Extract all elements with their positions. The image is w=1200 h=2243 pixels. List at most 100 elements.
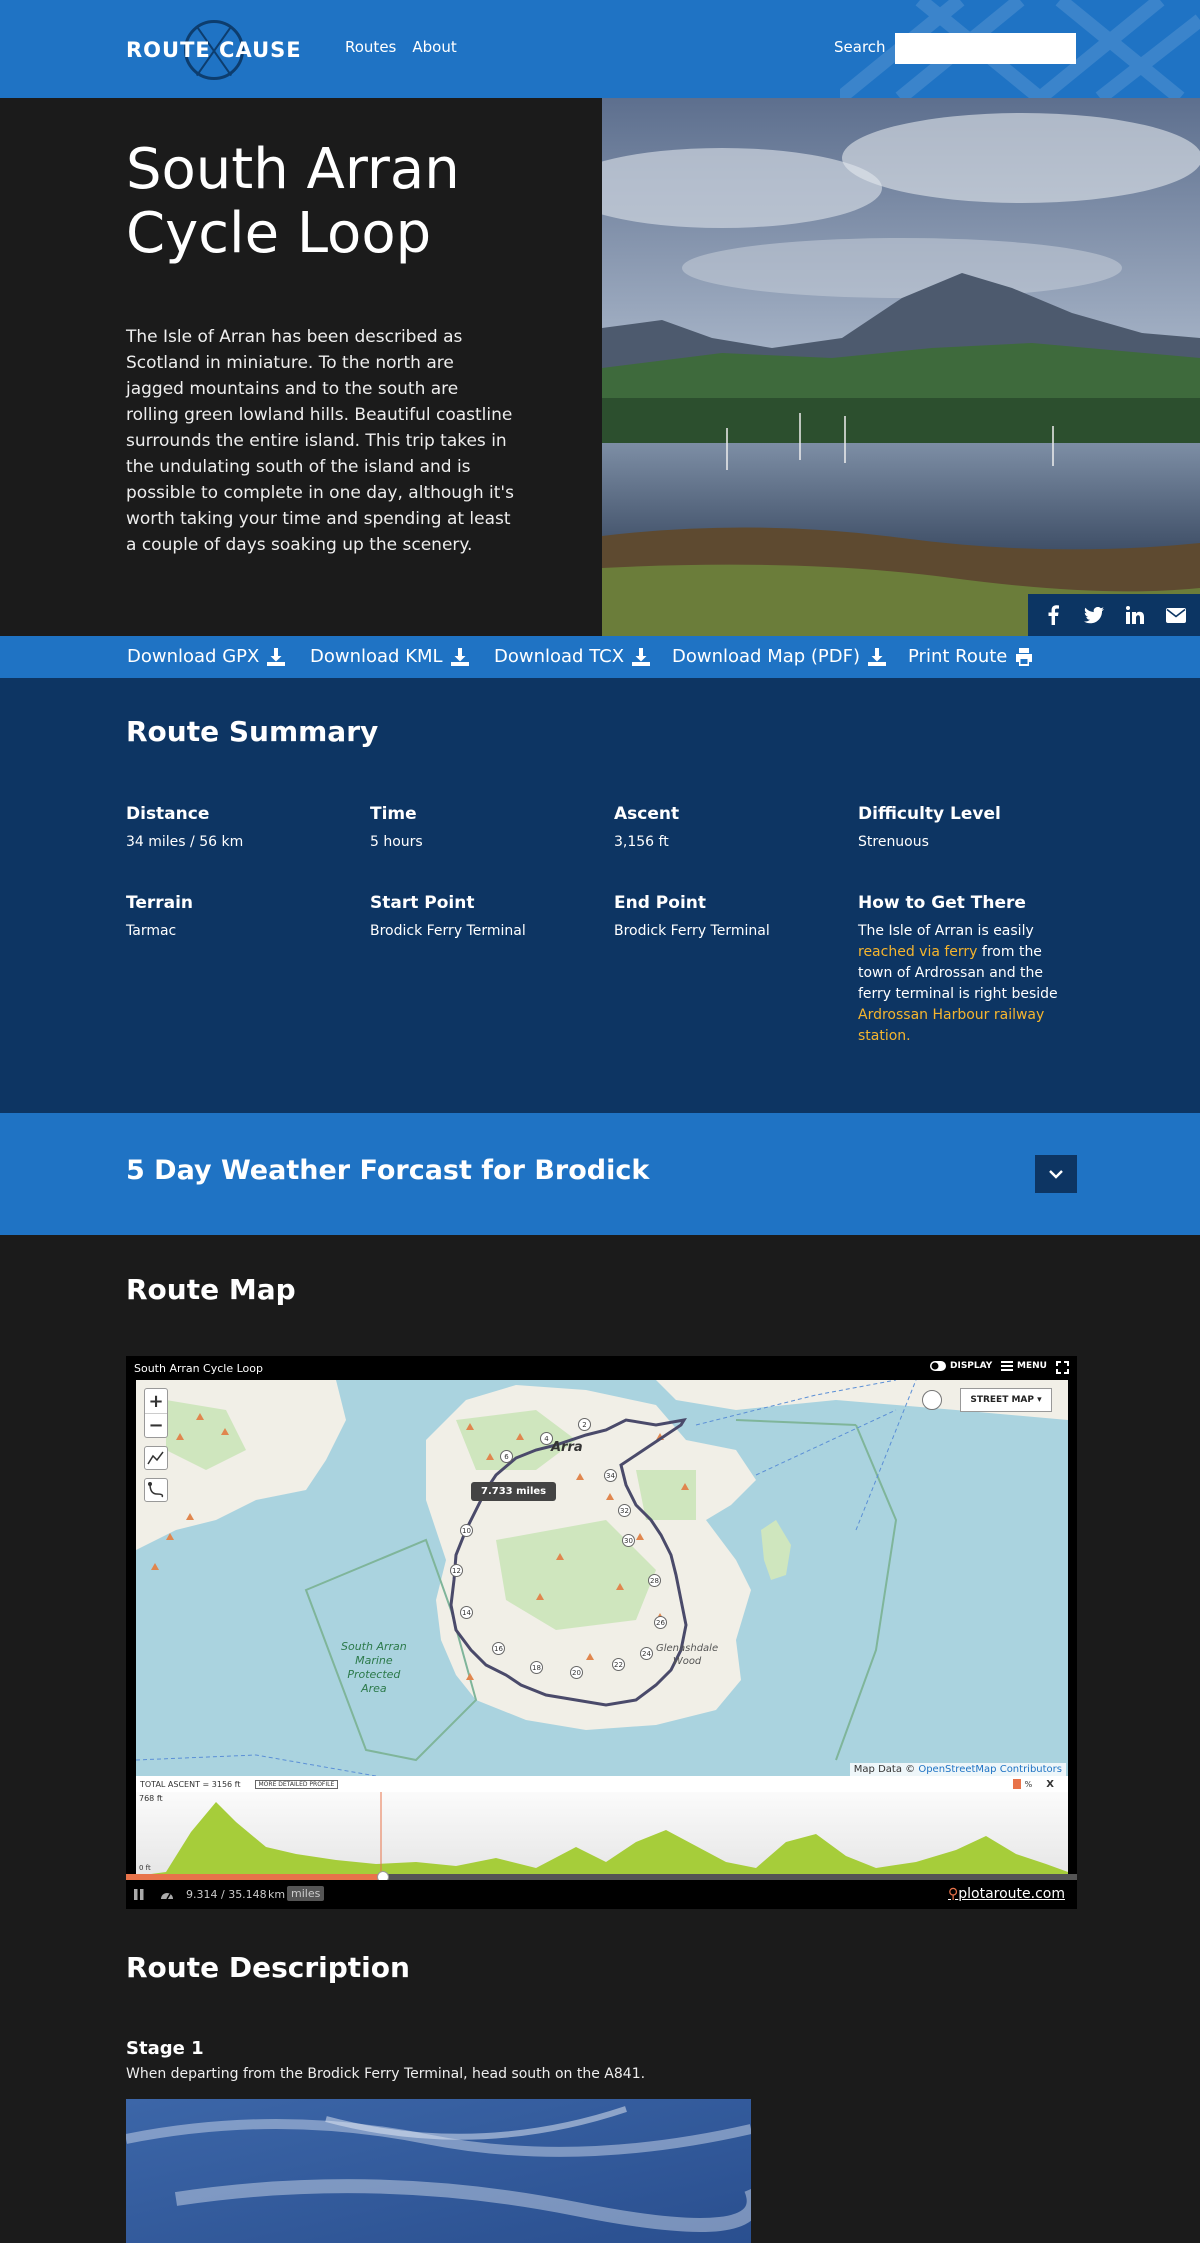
route-marker[interactable]: 10	[460, 1524, 473, 1537]
ferry-link[interactable]: reached via ferry	[858, 944, 977, 960]
compass-icon[interactable]	[922, 1390, 942, 1410]
email-icon[interactable]	[1164, 603, 1188, 627]
route-marker[interactable]: 16	[492, 1642, 505, 1655]
nav-about[interactable]: About	[412, 38, 456, 56]
main-nav: Routes About	[345, 38, 457, 56]
route-map-title: Route Map	[126, 1273, 296, 1306]
map-tiles	[136, 1380, 1068, 1776]
stat-label: Ascent	[614, 804, 680, 824]
menu-label: MENU	[1017, 1361, 1047, 1371]
search-label: Search	[834, 38, 886, 56]
pause-icon[interactable]	[134, 1889, 144, 1900]
route-marker[interactable]: 12	[450, 1564, 463, 1577]
map-place-label: Arra	[551, 1440, 583, 1455]
stat-terrain: Terrain Tarmac	[126, 893, 346, 942]
route-marker[interactable]: 32	[618, 1504, 631, 1517]
brand-label: plotaroute.com	[958, 1886, 1065, 1902]
linkedin-icon[interactable]	[1123, 603, 1147, 627]
stat-label: End Point	[614, 893, 706, 913]
route-marker[interactable]: 6	[500, 1450, 513, 1463]
stage-title: Stage 1	[126, 2038, 204, 2059]
search-input[interactable]	[895, 33, 1076, 64]
unit-km[interactable]: km	[268, 1888, 285, 1901]
route-marker[interactable]: 4	[540, 1432, 553, 1445]
site-logo[interactable]: ROUTE CAUSE	[126, 20, 302, 80]
railway-station-link[interactable]: Ardrossan Harbour railway station.	[858, 1007, 1044, 1044]
route-marker[interactable]: 30	[622, 1534, 635, 1547]
hero-section: South Arran Cycle Loop The Isle of Arran…	[0, 98, 1200, 636]
route-marker[interactable]: 28	[648, 1574, 661, 1587]
osm-link[interactable]: OpenStreetMap Contributors	[918, 1764, 1062, 1775]
page-title: South Arran Cycle Loop	[126, 137, 460, 266]
stat-value: Tarmac	[126, 923, 177, 939]
stat-value: Brodick Ferry Terminal	[370, 923, 526, 939]
stat-end-point: End Point Brodick Ferry Terminal	[614, 893, 834, 942]
label-line: Area	[361, 1682, 387, 1695]
route-marker[interactable]: 20	[570, 1666, 583, 1679]
print-route-label: Print Route	[908, 646, 1008, 667]
route-marker[interactable]: 24	[640, 1647, 653, 1660]
map-canvas[interactable]: + − STREET MAP ▾ 7.733 miles Arra South …	[136, 1380, 1068, 1776]
route-marker[interactable]: 26	[654, 1616, 667, 1629]
elevation-tool-button[interactable]	[144, 1446, 168, 1470]
route-marker[interactable]: 22	[612, 1658, 625, 1671]
toggle-icon	[930, 1361, 946, 1371]
weather-toggle-button[interactable]	[1035, 1155, 1077, 1193]
download-map-pdf-label: Download Map (PDF)	[672, 646, 861, 667]
how-text: The Isle of Arran is easily	[858, 923, 1034, 939]
menu-button[interactable]: MENU	[1001, 1361, 1047, 1371]
speedometer-icon[interactable]	[160, 1889, 174, 1900]
download-kml-link[interactable]: Download KML	[310, 646, 469, 667]
total-ascent: TOTAL ASCENT = 3156 ft	[140, 1779, 241, 1789]
detailed-profile-button[interactable]: MORE DETAILED PROFILE	[254, 1779, 339, 1789]
route-tool-button[interactable]	[144, 1478, 168, 1502]
attribution-text: Map Data ©	[853, 1764, 916, 1775]
stat-label: Time	[370, 804, 417, 824]
download-kml-label: Download KML	[310, 646, 443, 667]
stat-ascent: Ascent 3,156 ft	[614, 804, 834, 853]
wood-label: Glenashdale Wood	[656, 1642, 718, 1668]
unit-miles[interactable]: miles	[287, 1886, 325, 1901]
stat-how-to-get-there: How to Get There The Isle of Arran is ea…	[858, 893, 1078, 1047]
facebook-icon[interactable]	[1041, 603, 1065, 627]
hero-photo	[602, 98, 1200, 636]
zoom-out-button[interactable]: −	[145, 1413, 167, 1437]
download-icon	[267, 647, 286, 666]
route-marker[interactable]: 14	[460, 1606, 473, 1619]
share-bar	[1028, 594, 1200, 636]
elevation-profile[interactable]: TOTAL ASCENT = 3156 ft MORE DETAILED PRO…	[136, 1776, 1068, 1876]
download-gpx-link[interactable]: Download GPX	[127, 646, 286, 667]
map-toolbar: South Arran Cycle Loop DISPLAY MENU	[126, 1356, 1077, 1380]
percent-toggle[interactable]: %	[1025, 1780, 1033, 1789]
protected-area-label: South Arran Marine Protected Area	[341, 1640, 407, 1696]
route-map-section: Route Map South Arran Cycle Loop DISPLAY…	[0, 1235, 1200, 2243]
download-icon	[868, 647, 887, 666]
display-toggle[interactable]: DISPLAY	[930, 1361, 992, 1371]
map-attribution: Map Data © OpenStreetMap Contributors	[849, 1763, 1066, 1776]
nav-routes[interactable]: Routes	[345, 38, 396, 56]
fullscreen-icon[interactable]	[1056, 1361, 1069, 1374]
route-marker[interactable]: 2	[578, 1418, 591, 1431]
map-layer-select[interactable]: STREET MAP ▾	[960, 1388, 1052, 1412]
route-marker[interactable]: 18	[530, 1661, 543, 1674]
label-line: Wood	[672, 1656, 702, 1667]
label-line: Marine	[355, 1654, 393, 1667]
distance-readout: 9.314 / 35.148	[186, 1888, 267, 1901]
profile-controls: % X	[1012, 1779, 1054, 1790]
print-icon	[1016, 647, 1033, 666]
route-marker[interactable]: 34	[604, 1469, 617, 1482]
zoom-in-button[interactable]: +	[145, 1389, 167, 1413]
download-tcx-link[interactable]: Download TCX	[494, 646, 651, 667]
chart-icon[interactable]	[1012, 1779, 1021, 1789]
map-layer-label: STREET MAP	[970, 1395, 1034, 1405]
label-line: Protected	[347, 1668, 401, 1681]
weather-section: 5 Day Weather Forcast for Brodick	[0, 1113, 1200, 1235]
twitter-icon[interactable]	[1082, 603, 1106, 627]
pin-icon: ⚲	[947, 1886, 959, 1902]
plotaroute-brand[interactable]: ⚲plotaroute.com	[948, 1886, 1065, 1902]
print-route-link[interactable]: Print Route	[908, 646, 1033, 667]
stat-label: Distance	[126, 804, 210, 824]
download-map-pdf-link[interactable]: Download Map (PDF)	[672, 646, 887, 667]
route-description-title: Route Description	[126, 1951, 410, 1984]
profile-close-button[interactable]: X	[1046, 1779, 1054, 1790]
